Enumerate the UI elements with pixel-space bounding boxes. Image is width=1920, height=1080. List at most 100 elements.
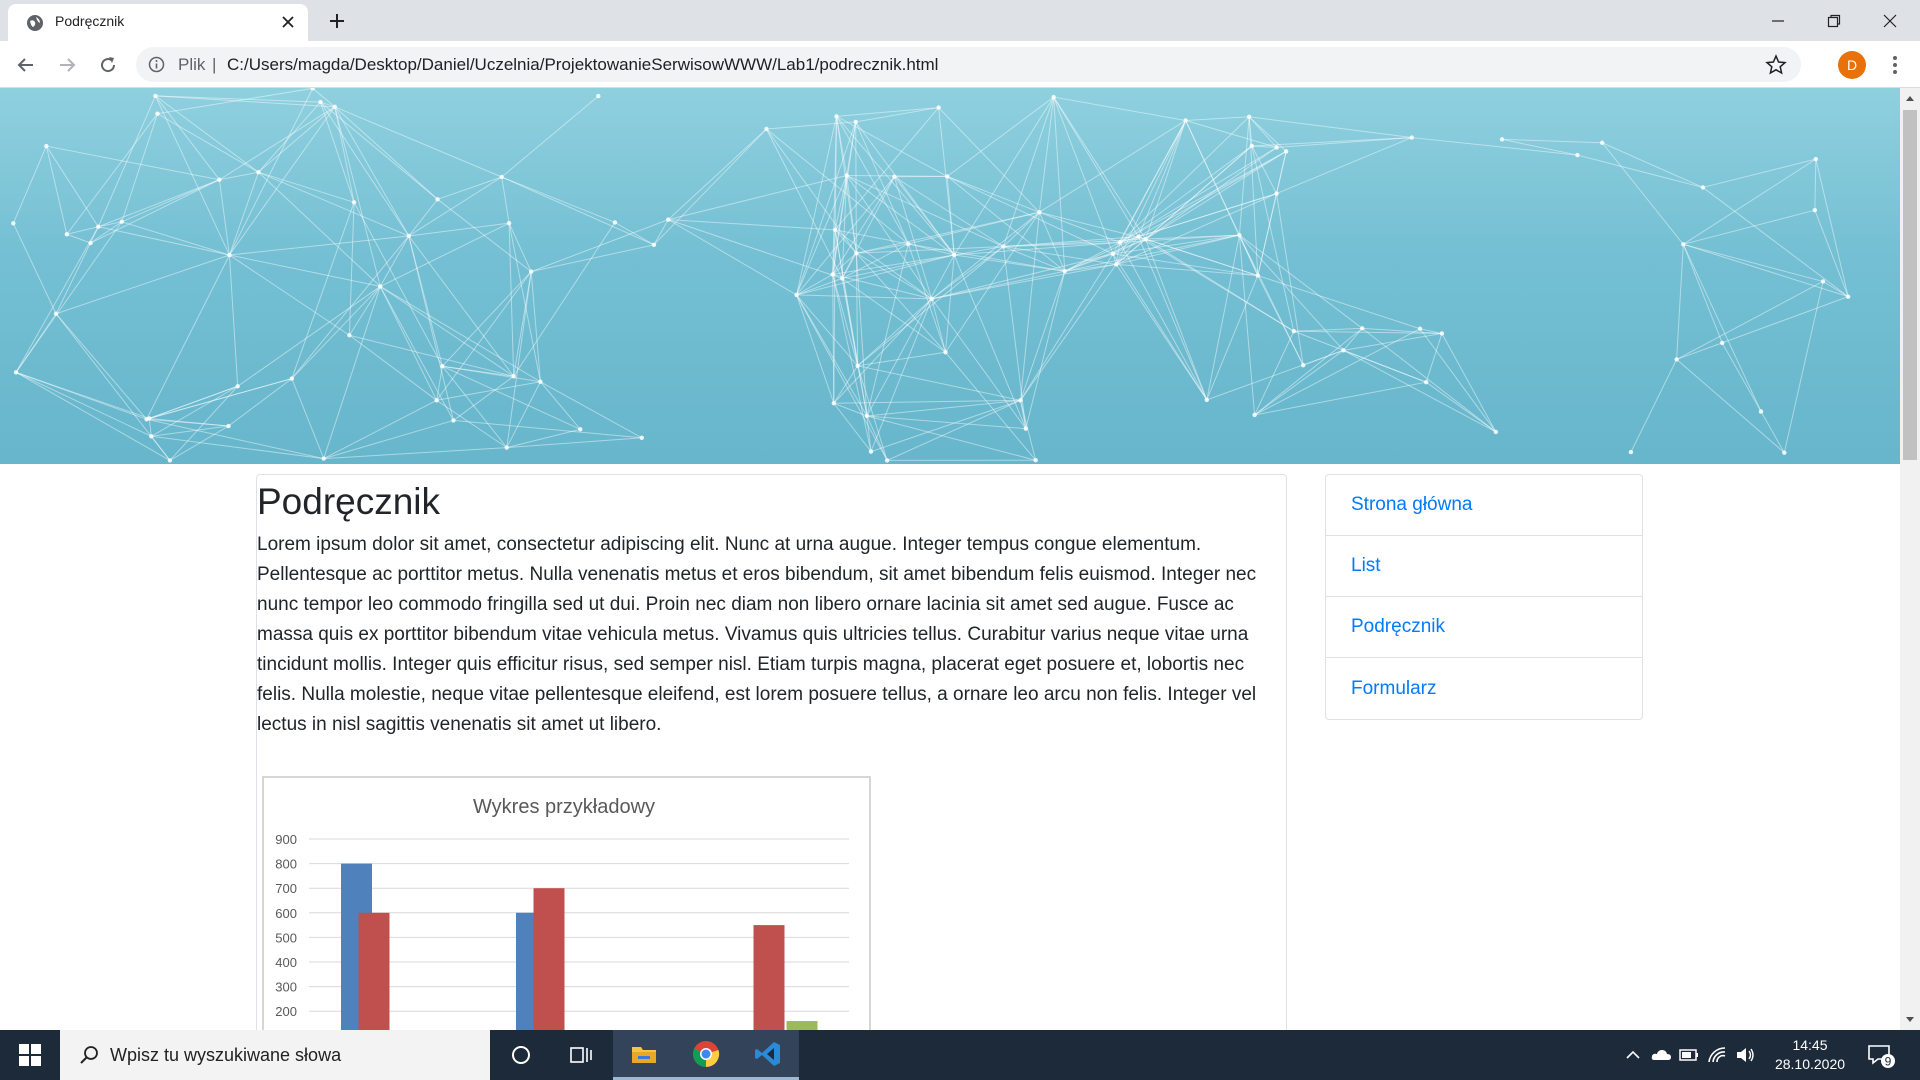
restore-button[interactable]	[1806, 0, 1862, 41]
nav-item-formularz[interactable]: Formularz	[1326, 658, 1642, 719]
network-node	[511, 374, 516, 379]
network-line	[46, 145, 220, 181]
network-line	[154, 95, 230, 256]
network-line	[229, 106, 336, 256]
network-node	[1301, 363, 1306, 368]
network-node	[506, 220, 512, 226]
file-explorer-button[interactable]	[613, 1030, 675, 1080]
network-line	[796, 294, 888, 461]
chart-title: Wykres przykładowy	[473, 796, 655, 818]
scrollbar-thumb[interactable]	[1903, 110, 1917, 460]
network-line	[1185, 116, 1250, 121]
forward-button[interactable]	[53, 51, 81, 79]
address-scheme-label: Plik	[178, 55, 206, 74]
network-line	[614, 221, 655, 246]
network-line	[931, 263, 1117, 300]
close-window-button[interactable]	[1862, 0, 1918, 41]
clock-time: 14:45	[1792, 1037, 1828, 1053]
reload-button[interactable]	[94, 51, 122, 79]
network-line	[146, 418, 229, 427]
network-node	[1499, 137, 1505, 142]
network-node	[1820, 279, 1826, 284]
more-menu-icon[interactable]	[1888, 53, 1902, 77]
network-node	[155, 111, 160, 116]
network-node	[1051, 94, 1056, 100]
network-line	[258, 171, 381, 287]
network-node	[839, 276, 845, 281]
network-line	[1254, 327, 1363, 416]
network-node	[11, 221, 16, 226]
network-node	[88, 240, 93, 246]
network-line	[408, 222, 510, 237]
network-pattern	[11, 88, 1851, 463]
minimize-button[interactable]	[1750, 0, 1806, 41]
address-bar[interactable]: Plik | C:/Users/magda/Desktop/Daniel/Ucz…	[136, 47, 1801, 82]
nav-item-strona-glowna[interactable]: Strona główna	[1326, 475, 1642, 536]
network-line	[508, 223, 541, 382]
new-tab-icon[interactable]	[325, 9, 349, 33]
onedrive-cloud-icon[interactable]	[1650, 1044, 1672, 1066]
chevron-up-icon[interactable]	[1622, 1044, 1644, 1066]
minimize-icon	[1772, 19, 1784, 22]
network-node	[936, 105, 941, 110]
volume-icon[interactable]	[1734, 1044, 1756, 1066]
network-line	[349, 334, 514, 377]
network-line	[55, 226, 99, 314]
network-line	[98, 179, 220, 228]
address-separator: |	[212, 55, 217, 74]
clock-date: 28.10.2020	[1774, 1056, 1846, 1072]
network-node	[1417, 326, 1423, 331]
network-node	[764, 126, 769, 132]
network-line	[1682, 244, 1762, 412]
network-line	[1020, 264, 1117, 401]
network-node	[578, 427, 583, 432]
network-line	[506, 271, 532, 448]
scroll-up-icon[interactable]	[1905, 94, 1915, 104]
network-node	[347, 333, 352, 338]
battery-icon[interactable]	[1678, 1044, 1700, 1066]
network-line	[667, 219, 797, 296]
network-node	[406, 233, 411, 239]
notifications-icon[interactable]: 9	[1866, 1040, 1896, 1070]
bookmark-star-icon[interactable]	[1765, 54, 1787, 76]
task-view-button[interactable]	[550, 1030, 612, 1080]
network-line	[1254, 331, 1295, 416]
network-node	[651, 242, 657, 248]
chrome-button[interactable]	[675, 1030, 737, 1080]
browser-tab[interactable]: Podręcznik	[8, 4, 308, 41]
y-tick-label: 200	[275, 1004, 297, 1019]
network-node	[612, 220, 618, 225]
network-node	[1062, 269, 1067, 274]
address-url[interactable]: C:/Users/magda/Desktop/Daniel/Uczelnia/P…	[227, 55, 938, 75]
nav-item-list[interactable]: List	[1326, 536, 1642, 597]
cortana-circle-icon	[512, 1046, 530, 1064]
taskbar-search[interactable]: Wpisz tu wyszukiwane słowa	[60, 1030, 490, 1080]
page-scrollbar[interactable]	[1900, 88, 1920, 1030]
network-line	[846, 174, 1004, 247]
network-node	[834, 114, 839, 119]
network-node	[1599, 140, 1605, 145]
cortana-button[interactable]	[490, 1030, 552, 1080]
taskbar-clock[interactable]: 14:45 28.10.2020	[1770, 1036, 1850, 1074]
start-button[interactable]	[0, 1030, 60, 1080]
search-icon	[80, 1046, 98, 1064]
network-line	[508, 223, 515, 377]
network-line	[1702, 158, 1816, 188]
network-line	[98, 226, 230, 256]
nav-item-podrecznik[interactable]: Podręcznik	[1326, 597, 1642, 658]
close-tab-icon[interactable]	[278, 12, 298, 32]
vscode-button[interactable]	[737, 1030, 799, 1080]
wifi-icon[interactable]	[1706, 1044, 1728, 1066]
scroll-down-icon[interactable]	[1905, 1014, 1915, 1024]
profile-avatar[interactable]: D	[1838, 51, 1866, 79]
network-line	[834, 107, 940, 231]
network-line	[946, 96, 1054, 177]
network-line	[1676, 244, 1684, 360]
network-line	[836, 107, 939, 117]
network-node	[217, 177, 222, 182]
info-icon[interactable]	[148, 56, 165, 73]
network-line	[237, 286, 381, 387]
network-line	[15, 371, 171, 461]
back-button[interactable]	[12, 51, 40, 79]
network-line	[540, 381, 581, 430]
